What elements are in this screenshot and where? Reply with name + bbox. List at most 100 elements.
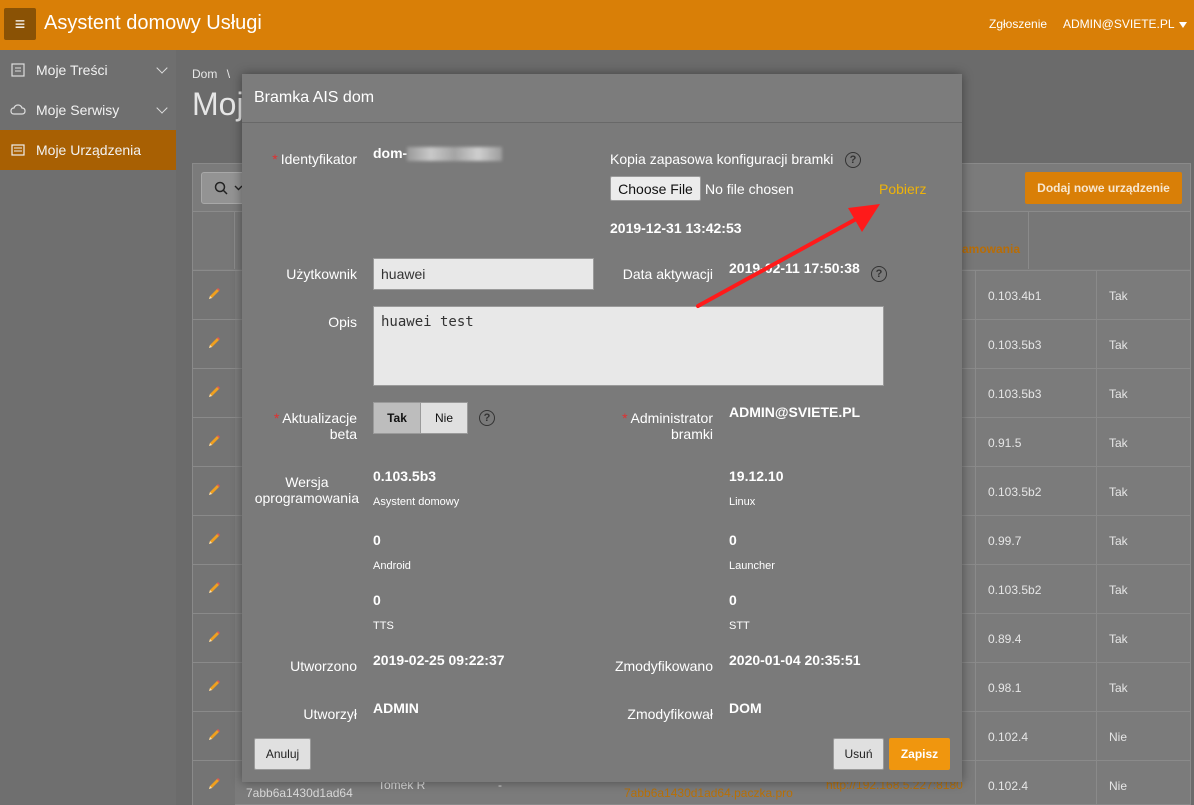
beta-toggle: Tak Nie <box>373 402 468 434</box>
cancel-button[interactable]: Anuluj <box>254 738 311 770</box>
active-cell: Tak <box>1109 681 1128 695</box>
device-host-link[interactable]: 7abb6a1430d1ad64.paczka.pro <box>624 786 793 800</box>
column-divider <box>1096 271 1097 320</box>
app-title: Asystent domowy Usługi <box>44 12 262 34</box>
hamburger-icon: ≡ <box>14 14 26 34</box>
version-value: 19.12.10 <box>729 468 784 484</box>
column-header-version[interactable]: amowania <box>962 242 1020 256</box>
required-marker: * <box>272 151 278 167</box>
pencil-icon[interactable] <box>207 336 221 350</box>
backup-date: 2019-12-31 13:42:53 <box>610 220 742 236</box>
version-cell: 0.103.5b3 <box>988 338 1042 352</box>
pencil-icon[interactable] <box>207 532 221 546</box>
active-cell: Tak <box>1109 436 1128 450</box>
beta-label: * Aktualizacje beta <box>274 410 357 442</box>
beta-yes-option[interactable]: Tak <box>374 403 421 433</box>
admin-label: * Administrator bramki <box>622 410 713 442</box>
beta-label-line1: Aktualizacje <box>282 410 357 426</box>
content-list-icon <box>8 62 28 78</box>
admin-label-line2: bramki <box>670 426 713 442</box>
download-backup-link[interactable]: Pobierz <box>879 181 926 197</box>
pencil-icon[interactable] <box>207 287 221 301</box>
pencil-icon[interactable] <box>207 630 221 644</box>
help-icon[interactable]: ? <box>845 152 861 168</box>
column-divider <box>1096 712 1097 761</box>
column-divider <box>1096 614 1097 663</box>
help-icon[interactable]: ? <box>479 410 495 426</box>
column-divider <box>1096 418 1097 467</box>
version-value: 0 <box>729 532 737 548</box>
created-by-label: Utworzył <box>303 706 357 722</box>
choose-file-button[interactable]: Choose File <box>610 176 701 201</box>
top-bar: ≡ Asystent domowy Usługi Zgłoszenie ADMI… <box>0 0 1194 50</box>
add-device-button[interactable]: Dodaj nowe urządzenie <box>1025 172 1182 204</box>
created-label: Utworzono <box>290 658 357 674</box>
device-id-cell: 7abb6a1430d1ad64 <box>246 786 353 800</box>
chevron-down-icon <box>156 62 168 74</box>
gateway-dialog: Bramka AIS dom * Identyfikator dom- Kopia… <box>242 74 962 782</box>
sidebar-item-label: Moje Treści <box>36 62 108 78</box>
modified-value: 2020-01-04 20:35:51 <box>729 652 861 668</box>
active-cell: Tak <box>1109 338 1128 352</box>
sidebar: Moje Treści Moje Serwisy Moje Urządzenia <box>0 50 176 805</box>
column-divider <box>975 565 976 614</box>
caret-down-icon <box>1178 21 1187 28</box>
sidebar-item-devices[interactable]: Moje Urządzenia <box>0 130 176 170</box>
column-divider <box>1028 211 1029 269</box>
breadcrumb: Dom \ <box>192 67 230 81</box>
column-divider <box>1096 467 1097 516</box>
version-cell: 0.91.5 <box>988 436 1022 450</box>
version-name: Asystent domowy <box>373 496 460 508</box>
version-cell: 0.103.5b2 <box>988 583 1042 597</box>
sidebar-item-label: Moje Urządzenia <box>36 142 142 158</box>
version-value: 0.103.5b3 <box>373 468 437 484</box>
description-textarea[interactable]: huawei test <box>373 306 884 386</box>
user-input[interactable] <box>373 258 594 290</box>
redacted-id <box>407 147 502 161</box>
column-divider <box>1096 320 1097 369</box>
cloud-icon <box>8 102 28 118</box>
pencil-icon[interactable] <box>207 679 221 693</box>
version-name: STT <box>729 620 750 632</box>
beta-label-line2: beta <box>329 426 357 442</box>
created-value: 2019-02-25 09:22:37 <box>373 652 505 668</box>
column-divider <box>975 516 976 565</box>
version-cell: 0.103.5b3 <box>988 387 1042 401</box>
admin-label-line1: Administrator <box>630 410 713 426</box>
version-cell: 0.102.4 <box>988 730 1029 744</box>
modified-by-label: Zmodyfikował <box>627 706 713 722</box>
save-button[interactable]: Zapisz <box>889 738 950 770</box>
pencil-icon[interactable] <box>207 581 221 595</box>
reports-link[interactable]: Zgłoszenie <box>989 17 1047 31</box>
version-cell: 0.103.5b2 <box>988 485 1042 499</box>
required-marker: * <box>622 410 628 426</box>
column-divider <box>1096 369 1097 418</box>
column-divider <box>975 761 976 805</box>
activation-value: 2019-02-11 17:50:38 <box>729 260 860 276</box>
column-divider <box>975 418 976 467</box>
pencil-icon[interactable] <box>207 434 221 448</box>
column-divider <box>975 320 976 369</box>
pencil-icon[interactable] <box>207 483 221 497</box>
sidebar-item-content[interactable]: Moje Treści <box>0 50 176 90</box>
version-label-line2: oprogramowania <box>254 490 359 506</box>
modified-by-value: DOM <box>729 700 762 716</box>
breadcrumb-home[interactable]: Dom <box>192 67 217 81</box>
backup-label: Kopia zapasowa konfiguracji bramki <box>610 151 834 167</box>
user-name: ADMIN@SVIETE.PL <box>1063 17 1175 31</box>
pencil-icon[interactable] <box>207 728 221 742</box>
beta-no-option[interactable]: Nie <box>421 403 467 433</box>
dialog-header: Bramka AIS dom <box>242 74 962 123</box>
delete-button[interactable]: Usuń <box>833 738 884 770</box>
active-cell: Tak <box>1109 485 1128 499</box>
column-divider <box>1096 516 1097 565</box>
sidebar-item-label: Moje Serwisy <box>36 102 120 118</box>
sidebar-item-services[interactable]: Moje Serwisy <box>0 90 176 130</box>
hamburger-menu-button[interactable]: ≡ <box>4 8 36 40</box>
active-cell: Nie <box>1109 730 1128 744</box>
pencil-icon[interactable] <box>207 385 221 399</box>
help-icon[interactable]: ? <box>871 266 887 282</box>
version-cell: 0.103.4b1 <box>988 289 1042 303</box>
pencil-icon[interactable] <box>207 777 221 791</box>
user-menu[interactable]: ADMIN@SVIETE.PL <box>1063 17 1187 31</box>
